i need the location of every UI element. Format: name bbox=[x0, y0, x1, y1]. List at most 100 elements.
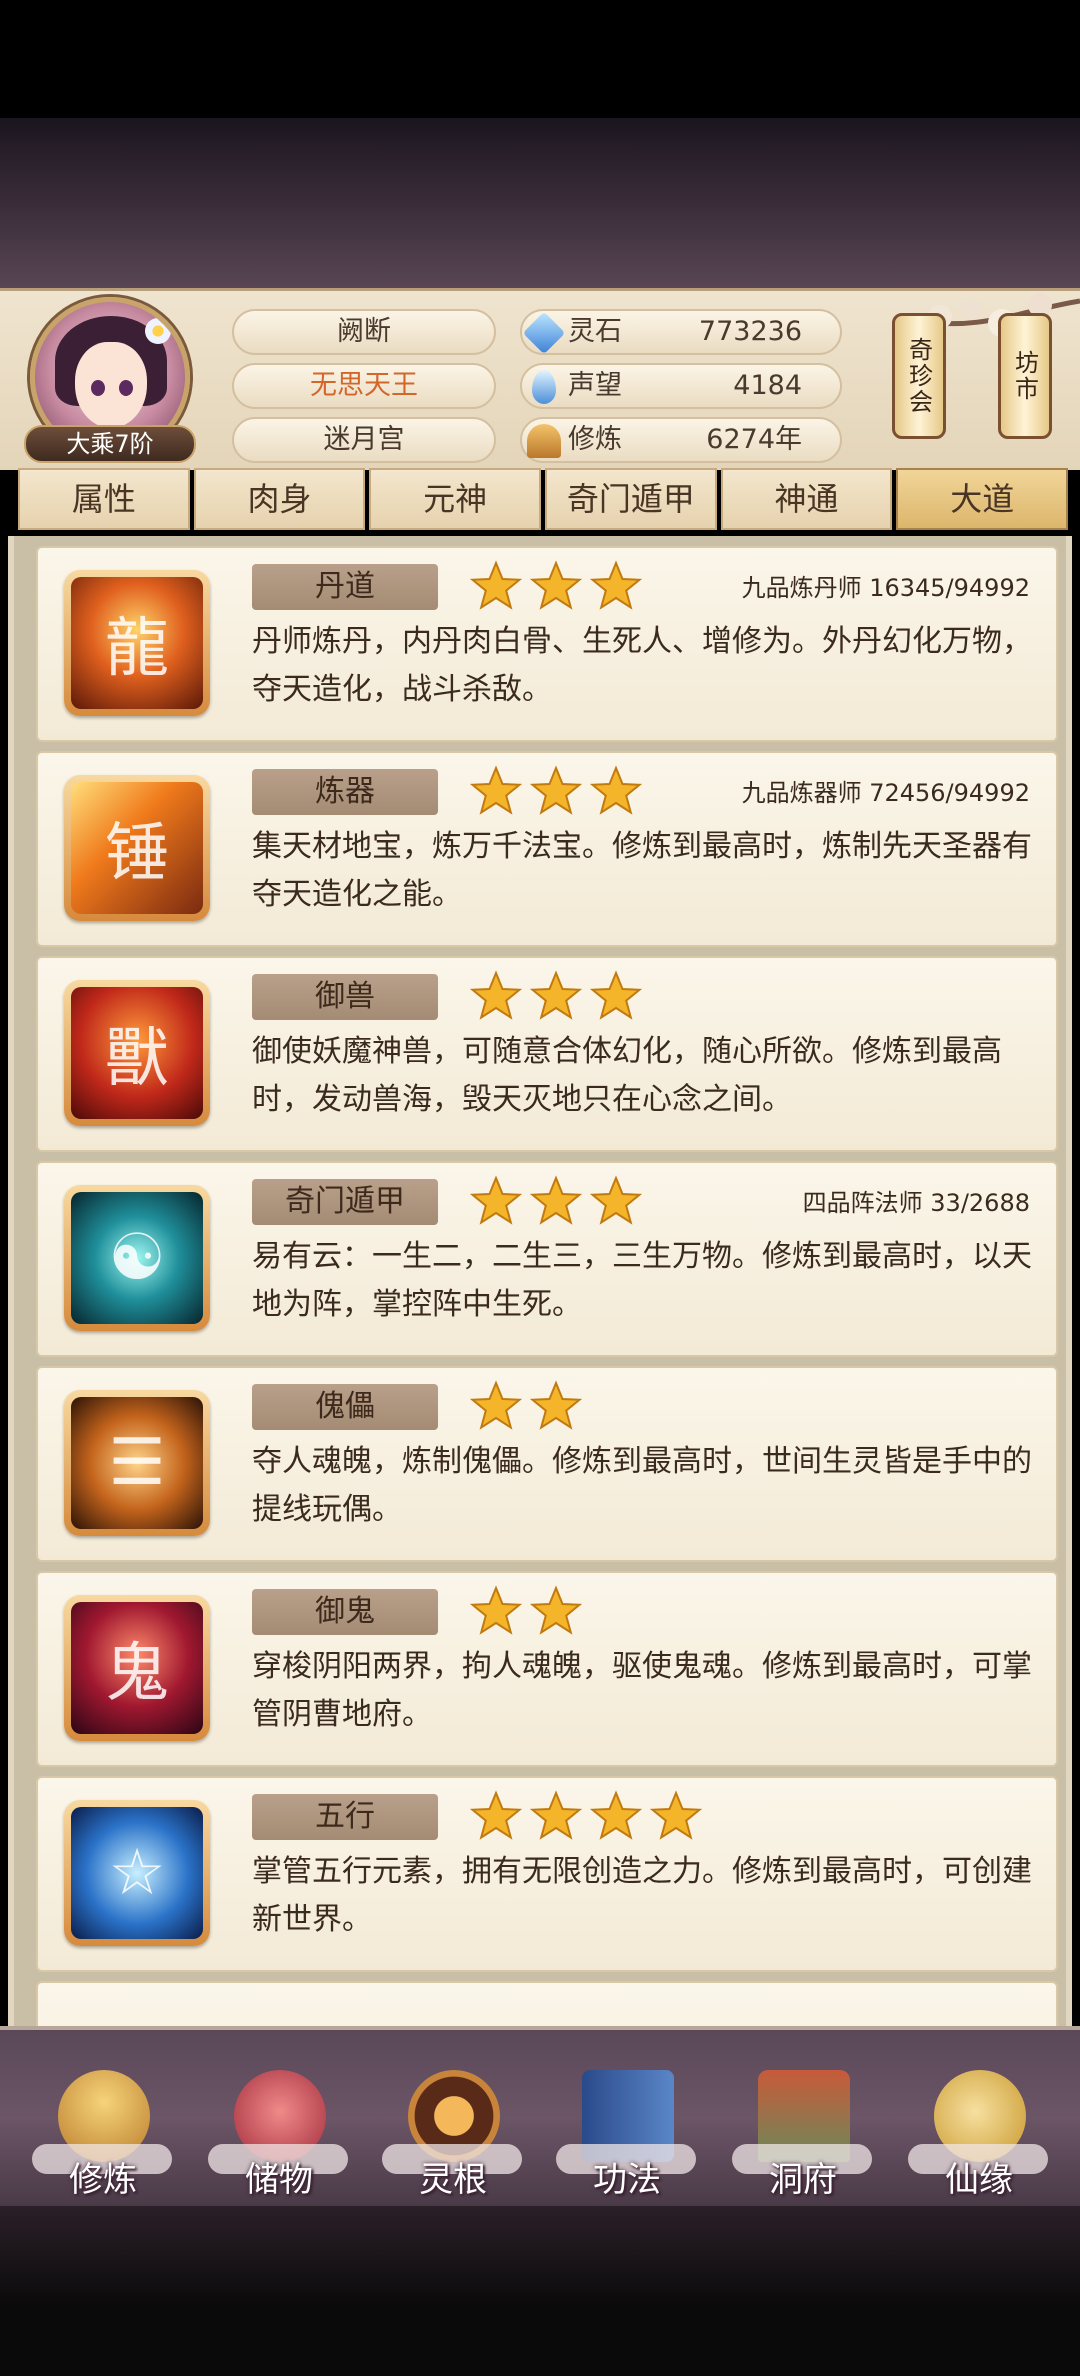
skill-stars bbox=[470, 970, 642, 1022]
star-icon bbox=[530, 765, 582, 815]
bottom-nav: 修炼 储物 灵根 功法 洞府 仙缘 bbox=[0, 2026, 1080, 2206]
avatar-eye-left bbox=[91, 380, 105, 396]
star-icon bbox=[590, 560, 642, 610]
star-icon bbox=[530, 560, 582, 610]
nav-label: 灵根 bbox=[419, 2160, 487, 2200]
star-icon bbox=[530, 1175, 582, 1225]
skill-card-forging[interactable]: 锤 炼器 九品炼器师 72456/94992 集天材地宝，炼万千法宝。修炼到最高… bbox=[36, 751, 1058, 947]
cultivation-icon bbox=[526, 423, 562, 459]
star-icon bbox=[650, 1790, 702, 1840]
player-sect: 迷月宫 bbox=[232, 417, 496, 463]
market-button[interactable]: 坊市 bbox=[998, 313, 1052, 439]
skill-stars bbox=[470, 765, 642, 817]
skill-name: 炼器 bbox=[252, 769, 438, 815]
tab-powers[interactable]: 神通 bbox=[720, 468, 893, 530]
resource-reputation: 声望 4184 bbox=[520, 363, 842, 409]
resource-cultivation: 修炼 6274年 bbox=[520, 417, 842, 463]
star-icon bbox=[590, 970, 642, 1020]
reputation-icon bbox=[526, 369, 562, 405]
tab-spirit[interactable]: 元神 bbox=[369, 468, 542, 530]
skill-card-alchemy[interactable]: 龍 丹道 九品炼丹师 16345/94992 丹师炼丹，内丹肉白骨、生死人、增修… bbox=[36, 546, 1058, 742]
skill-stars bbox=[470, 1380, 582, 1432]
star-icon bbox=[530, 1585, 582, 1635]
bottom-background bbox=[0, 2206, 1080, 2376]
skill-description: 掌管五行元素，拥有无限创造之力。修炼到最高时，可创建新世界。 bbox=[252, 1854, 1032, 1937]
skill-card-ghost[interactable]: 鬼 御鬼 穿梭阴阳两界，拘人魂魄，驱使鬼魂。修炼到最高时，可掌管阴曹地府。 bbox=[36, 1571, 1058, 1767]
skill-name: 奇门遁甲 bbox=[252, 1179, 438, 1225]
ghost-icon: 鬼 bbox=[64, 1595, 210, 1741]
skill-rank: 九品炼丹师 16345/94992 bbox=[741, 574, 1030, 602]
beast-icon: 獸 bbox=[64, 980, 210, 1126]
resource-label: 修炼 bbox=[568, 424, 622, 455]
skill-card-qimen[interactable]: ☯ 奇门遁甲 四品阵法师 33/2688 易有云：一生二，二生三，三生万物。修炼… bbox=[36, 1161, 1058, 1357]
skill-description: 夺人魂魄，炼制傀儡。修炼到最高时，世间生灵皆是手中的提线玩偶。 bbox=[252, 1444, 1032, 1527]
player-name: 阙断 bbox=[232, 309, 496, 355]
nav-immortal-fate[interactable]: 仙缘 bbox=[904, 2070, 1054, 2206]
tab-body[interactable]: 肉身 bbox=[193, 468, 366, 530]
flower-hairpin-icon bbox=[145, 318, 171, 344]
player-header: 大乘7阶 阙断 无思天王 迷月宫 灵石 773236 声望 4184 修炼 62… bbox=[0, 288, 1080, 470]
treasure-auction-button[interactable]: 奇珍会 bbox=[892, 313, 946, 439]
tab-dao[interactable]: 大道 bbox=[896, 468, 1069, 530]
resource-spirit-stone: 灵石 773236 bbox=[520, 309, 842, 355]
skill-rank: 九品炼器师 72456/94992 bbox=[741, 779, 1030, 807]
puppet-icon: ☰ bbox=[64, 1390, 210, 1536]
skill-rank: 四品阵法师 33/2688 bbox=[802, 1189, 1030, 1217]
nav-label: 修炼 bbox=[69, 2160, 137, 2200]
skill-name: 五行 bbox=[252, 1794, 438, 1840]
star-icon bbox=[470, 1585, 522, 1635]
skill-card-puppet[interactable]: ☰ 傀儡 夺人魂魄，炼制傀儡。修炼到最高时，世间生灵皆是手中的提线玩偶。 bbox=[36, 1366, 1058, 1562]
resource-value: 773236 bbox=[698, 316, 802, 347]
skill-stars bbox=[470, 1585, 582, 1637]
star-icon bbox=[470, 970, 522, 1020]
formation-icon: ☯ bbox=[64, 1185, 210, 1331]
player-title: 无思天王 bbox=[232, 363, 496, 409]
tab-attributes[interactable]: 属性 bbox=[18, 468, 190, 530]
skill-stars bbox=[470, 1175, 642, 1227]
spirit-stone-icon bbox=[522, 311, 566, 355]
avatar-face bbox=[75, 342, 147, 428]
star-icon bbox=[470, 1790, 522, 1840]
five-elements-pentagram-icon: ☆ bbox=[64, 1800, 210, 1946]
nav-label: 储物 bbox=[245, 2160, 313, 2200]
avatar-eye-right bbox=[119, 380, 133, 396]
skill-stars bbox=[470, 1790, 702, 1842]
skill-card-beast-taming[interactable]: 獸 御兽 御使妖魔神兽，可随意合体幻化，随心所欲。修炼到最高时，发动兽海，毁天灭… bbox=[36, 956, 1058, 1152]
resource-label: 灵石 bbox=[568, 316, 622, 347]
star-icon bbox=[530, 1380, 582, 1430]
skill-description: 集天材地宝，炼万千法宝。修炼到最高时，炼制先天圣器有夺天造化之能。 bbox=[252, 829, 1032, 912]
resource-value: 6274年 bbox=[706, 424, 802, 455]
realm-badge: 大乘7阶 bbox=[24, 425, 196, 463]
skill-description: 御使妖魔神兽，可随意合体幻化，随心所欲。修炼到最高时，发动兽海，毁天灭地只在心念… bbox=[252, 1034, 1002, 1117]
skill-description: 穿梭阴阳两界，拘人魂魄，驱使鬼魂。修炼到最高时，可掌管阴曹地府。 bbox=[252, 1649, 1032, 1732]
star-icon bbox=[470, 1175, 522, 1225]
alchemy-icon: 龍 bbox=[64, 570, 210, 716]
status-bar-area bbox=[0, 0, 1080, 118]
skill-stars bbox=[470, 560, 642, 612]
resource-label: 声望 bbox=[568, 370, 622, 401]
forging-hammer-icon: 锤 bbox=[64, 775, 210, 921]
star-icon bbox=[530, 1790, 582, 1840]
skill-name: 傀儡 bbox=[252, 1384, 438, 1430]
skill-description: 丹师炼丹，内丹肉白骨、生死人、增修为。外丹幻化万物，夺天造化，战斗杀敌。 bbox=[252, 624, 1032, 707]
skill-card-five-elements[interactable]: ☆ 五行 掌管五行元素，拥有无限创造之力。修炼到最高时，可创建新世界。 bbox=[36, 1776, 1058, 1972]
skill-card-partial[interactable] bbox=[36, 1981, 1058, 2026]
star-icon bbox=[590, 1175, 642, 1225]
resource-value: 4184 bbox=[733, 370, 802, 401]
nav-spirit-root[interactable]: 灵根 bbox=[378, 2070, 528, 2206]
nav-label: 功法 bbox=[593, 2160, 661, 2200]
tab-qimen[interactable]: 奇门遁甲 bbox=[545, 468, 717, 530]
nav-cultivate[interactable]: 修炼 bbox=[28, 2070, 178, 2206]
tab-bar: 属性 肉身 元神 奇门遁甲 神通 大道 bbox=[18, 468, 1069, 534]
nav-storage[interactable]: 储物 bbox=[204, 2070, 354, 2206]
star-icon bbox=[470, 560, 522, 610]
nav-label: 仙缘 bbox=[945, 2160, 1013, 2200]
skill-name: 丹道 bbox=[252, 564, 438, 610]
star-icon bbox=[470, 1380, 522, 1430]
star-icon bbox=[470, 765, 522, 815]
nav-cave-dwelling[interactable]: 洞府 bbox=[728, 2070, 878, 2206]
skill-list[interactable]: 龍 丹道 九品炼丹师 16345/94992 丹师炼丹，内丹肉白骨、生死人、增修… bbox=[8, 536, 1072, 2026]
skill-description: 易有云：一生二，二生三，三生万物。修炼到最高时，以天地为阵，掌控阵中生死。 bbox=[252, 1239, 1032, 1322]
skill-name: 御兽 bbox=[252, 974, 438, 1020]
nav-techniques[interactable]: 功法 bbox=[552, 2070, 702, 2206]
